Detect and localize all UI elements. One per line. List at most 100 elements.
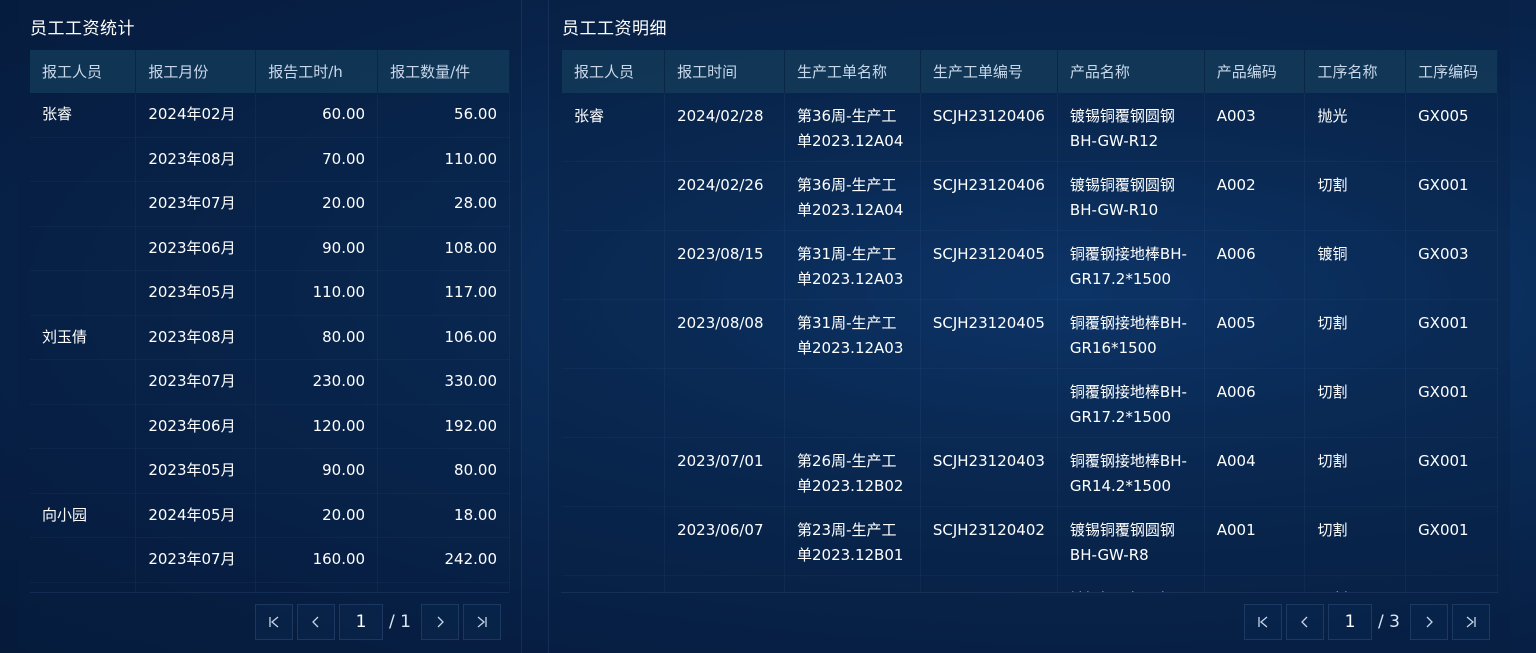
month-cell: 2023年07月 [135,537,257,583]
month-cell: 2023年07月 [135,181,257,227]
month-cell: 2023年07月 [135,359,257,405]
report-date-cell: 2023/06/07 [664,506,785,576]
table-row[interactable]: 2023/08/15 第31周-生产工单2023.12A03 SCJH2312040… [562,230,1498,300]
report-date-cell [664,575,785,592]
report-date-cell: 2023/08/08 [664,299,785,369]
first-page-icon[interactable] [1244,604,1283,640]
first-page-icon[interactable] [255,604,294,640]
prev-page-icon[interactable] [297,604,336,640]
salary-stats-title: 员工工资统计 [30,19,135,39]
hours-cell: 110.00 [255,270,379,316]
product-code-cell: A002 [1204,161,1306,231]
last-page-icon[interactable] [1452,604,1490,640]
hours-cell: 120.00 [255,404,379,449]
col-header-product-code[interactable]: 产品编码 [1204,50,1306,93]
process-code-cell: GX001 [1405,575,1498,592]
order-name-cell: 第26周-生产工单2023.12B02 [784,437,921,507]
next-page-icon[interactable] [1410,604,1448,640]
table-row[interactable]: 2023年07月 20.00 28.00 [30,181,510,227]
order-no-cell: SCJH23120405 [920,299,1058,369]
col-header-order-name[interactable]: 生产工单名称 [784,50,921,93]
current-page-input[interactable]: 1 [1328,604,1373,640]
table-row[interactable]: 2023年07月 230.00 330.00 [30,359,510,405]
hours-cell: 155.00 [255,582,379,592]
col-header-process-code[interactable]: 工序编码 [1405,50,1498,93]
table-row[interactable]: 张睿 2024/02/28 第36周-生产工单2023.12A04 SCJH23120… [562,93,1498,162]
table-row[interactable]: 2023年06月 90.00 108.00 [30,226,510,271]
report-date-cell [664,368,785,438]
quantity-cell: 106.00 [377,315,510,360]
col-header-hours[interactable]: 报告工时/h [255,50,379,93]
person-cell [30,404,137,449]
product-code-cell: A002 [1204,575,1306,592]
table-row[interactable]: 镀锡铜覆钢圆钢A002切割GX001 [562,575,1498,592]
order-no-cell: SCJH23120403 [920,437,1058,507]
month-cell: 2023年08月 [135,137,257,182]
process-name-cell: 切割 [1304,299,1407,369]
person-cell [562,575,666,592]
quantity-cell: 56.00 [377,93,510,138]
table-row[interactable]: 2023年07月 160.00 242.00 [30,537,510,583]
col-header-product-name[interactable]: 产品名称 [1057,50,1205,93]
col-header-process-name[interactable]: 工序名称 [1304,50,1407,93]
product-code-cell: A005 [1204,299,1306,369]
process-name-cell: 抛光 [1304,93,1407,162]
quantity-cell: 80.00 [377,448,510,494]
process-name-cell: 切割 [1304,368,1407,438]
month-cell: 2023年05月 [135,270,257,316]
table-row[interactable]: 2023年08月 70.00 110.00 [30,137,510,182]
quantity-cell: 28.00 [377,181,510,227]
total-pages: / 3 [1378,612,1400,632]
process-name-cell: 切割 [1304,506,1407,576]
total-pages: / 1 [389,612,411,632]
order-name-cell: 第36周-生产工单2023.12A04 [784,93,921,162]
person-cell: 张睿 [562,93,666,162]
table-row[interactable]: 刘玉倩 2023年08月 80.00 106.00 [30,315,510,360]
table-row[interactable]: 2023年05月 110.00 117.00 [30,270,510,316]
salary-detail-table-container[interactable]: 报工人员 报工时间 生产工单名称 生产工单编号 产品名称 产品编码 工序名称 工… [562,50,1498,592]
table-row[interactable]: 2023年05月 90.00 80.00 [30,448,510,494]
person-cell [30,226,137,271]
table-row[interactable]: 2023/08/08 第31周-生产工单2023.12A03 SCJH2312040… [562,299,1498,369]
order-no-cell: SCJH23120405 [920,230,1058,300]
table-header-row: 报工人员 报工时间 生产工单名称 生产工单编号 产品名称 产品编码 工序名称 工… [562,50,1498,93]
table-row[interactable]: 2023/06/07 第23周-生产工单2023.12B01 SCJH2312040… [562,506,1498,576]
col-header-person[interactable]: 报工人员 [562,50,666,93]
salary-stats-table-container[interactable]: 报工人员 报工月份 报告工时/h 报工数量/件 张睿 2024年02月 60.00 5… [30,50,510,592]
salary-stats-table: 报工人员 报工月份 报告工时/h 报工数量/件 张睿 2024年02月 60.00 5… [30,50,510,592]
person-cell [562,437,666,507]
pager-divider [561,592,1498,593]
order-name-cell: 第36周-生产工单2023.12A04 [784,161,921,231]
col-header-month[interactable]: 报工月份 [135,50,257,93]
person-cell [30,137,137,182]
salary-detail-title: 员工工资明细 [562,19,667,39]
quantity-cell: 330.00 [377,359,510,405]
col-header-date[interactable]: 报工时间 [664,50,785,93]
table-row[interactable]: 2023年05月155.00170.00 [30,582,510,592]
table-row[interactable]: 向小园 2024年05月 20.00 18.00 [30,493,510,538]
table-row[interactable]: 2023年06月 120.00 192.00 [30,404,510,449]
next-page-icon[interactable] [421,604,459,640]
last-page-icon[interactable] [463,604,501,640]
person-cell: 刘玉倩 [30,315,137,360]
hours-cell: 20.00 [255,181,379,227]
table-row[interactable]: 张睿 2024年02月 60.00 56.00 [30,93,510,138]
table-row[interactable]: 2024/02/26 第36周-生产工单2023.12A04 SCJH2312040… [562,161,1498,231]
month-cell: 2023年06月 [135,404,257,449]
current-page-input[interactable]: 1 [339,604,384,640]
table-row[interactable]: 铜覆钢接地棒BH-GR17.2*1500 A006 切割 GX001 [562,368,1498,438]
col-header-quantity[interactable]: 报工数量/件 [377,50,510,93]
month-cell: 2023年05月 [135,448,257,494]
order-no-cell [920,368,1058,438]
month-cell: 2023年06月 [135,226,257,271]
quantity-cell: 18.00 [377,493,510,538]
person-cell [562,299,666,369]
table-row[interactable]: 2023/07/01 第26周-生产工单2023.12B02 SCJH2312040… [562,437,1498,507]
table-header-row: 报工人员 报工月份 报告工时/h 报工数量/件 [30,50,510,93]
prev-page-icon[interactable] [1286,604,1325,640]
person-cell [562,161,666,231]
col-header-person[interactable]: 报工人员 [30,50,137,93]
month-cell: 2024年05月 [135,493,257,538]
salary-stats-panel: 员工工资统计 报工人员 报工月份 报告工时/h 报工数量/件 张睿 2024年02… [18,0,522,653]
col-header-order-no[interactable]: 生产工单编号 [920,50,1058,93]
